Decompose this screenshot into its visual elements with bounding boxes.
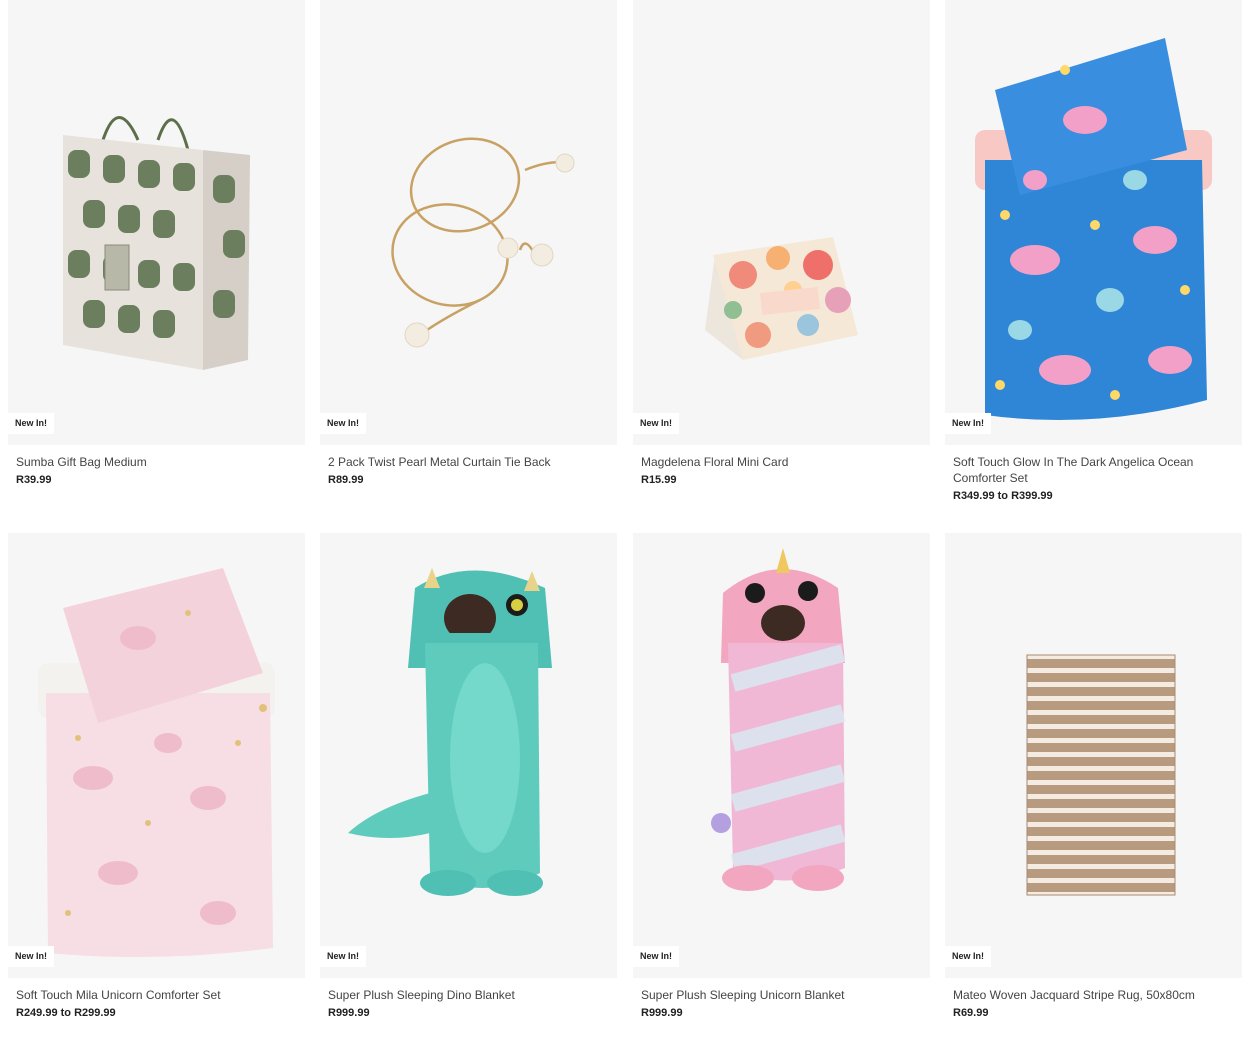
product-image[interactable] [320, 533, 617, 978]
product-title[interactable]: Super Plush Sleeping Dino Blanket [328, 987, 608, 1003]
product-price: R999.99 [641, 1007, 683, 1019]
product-image[interactable] [320, 0, 617, 445]
new-in-badge: New In! [633, 946, 680, 967]
new-in-badge: New In! [633, 413, 680, 434]
product-price: R249.99 to R299.99 [16, 1007, 116, 1019]
product-price: R15.99 [641, 474, 677, 486]
ocean-comforter-image [975, 38, 1212, 420]
product-title[interactable]: Sumba Gift Bag Medium [16, 454, 296, 470]
product-price: R89.99 [328, 474, 364, 486]
new-in-badge: New In! [320, 413, 367, 434]
product-title[interactable]: Mateo Woven Jacquard Stripe Rug, 50x80cm [953, 987, 1233, 1003]
product-title[interactable]: 2 Pack Twist Pearl Metal Curtain Tie Bac… [328, 454, 608, 470]
product-image[interactable] [8, 533, 305, 978]
product-title[interactable]: Magdelena Floral Mini Card [641, 454, 921, 470]
new-in-badge: New In! [320, 946, 367, 967]
product-title[interactable]: Super Plush Sleeping Unicorn Blanket [641, 987, 921, 1003]
product-title[interactable]: Soft Touch Glow In The Dark Angelica Oce… [953, 454, 1233, 486]
gift-bag-image [63, 116, 250, 370]
product-image[interactable] [633, 533, 930, 978]
product-image[interactable] [945, 533, 1242, 978]
new-in-badge: New In! [8, 946, 55, 967]
product-price: R349.99 to R399.99 [953, 490, 1053, 502]
product-price: R999.99 [328, 1007, 370, 1019]
curtain-tie-back-image [391, 137, 575, 348]
product-price: R39.99 [16, 474, 52, 486]
stripe-rug-image [1026, 654, 1176, 896]
product-image[interactable] [8, 0, 305, 445]
dino-blanket-image [348, 568, 552, 896]
new-in-badge: New In! [8, 413, 55, 434]
new-in-badge: New In! [945, 946, 992, 967]
product-image[interactable] [633, 0, 930, 445]
floral-card-image [705, 237, 858, 360]
unicorn-comforter-image [38, 568, 275, 957]
product-price: R69.99 [953, 1007, 989, 1019]
unicorn-blanket-image [711, 548, 846, 891]
product-title[interactable]: Soft Touch Mila Unicorn Comforter Set [16, 987, 296, 1003]
new-in-badge: New In! [945, 413, 992, 434]
product-image[interactable] [945, 0, 1242, 445]
